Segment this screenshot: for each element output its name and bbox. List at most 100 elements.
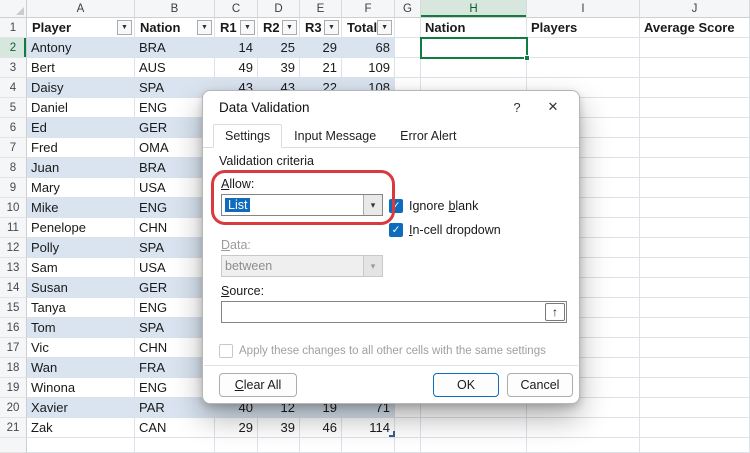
- cell-I21[interactable]: [527, 418, 640, 438]
- checkbox-checked-icon[interactable]: ✓: [389, 199, 403, 213]
- row-header-5[interactable]: 5: [0, 98, 27, 118]
- cell-A16[interactable]: Tom: [27, 318, 135, 338]
- tab-error-alert[interactable]: Error Alert: [388, 124, 468, 148]
- cell-J4[interactable]: [640, 78, 750, 98]
- cell-A15[interactable]: Tanya: [27, 298, 135, 318]
- column-header-I[interactable]: I: [527, 0, 640, 18]
- close-icon[interactable]: ✕: [535, 94, 571, 120]
- cell-A9[interactable]: Mary: [27, 178, 135, 198]
- row-header-8[interactable]: 8: [0, 158, 27, 178]
- cell-A8[interactable]: Juan: [27, 158, 135, 178]
- filter-button-player[interactable]: ▼: [117, 20, 132, 35]
- cell-A14[interactable]: Susan: [27, 278, 135, 298]
- cell-A11[interactable]: Penelope: [27, 218, 135, 238]
- cell-F21[interactable]: 114: [342, 418, 395, 438]
- row-header-1[interactable]: 1: [0, 18, 27, 38]
- cell-A12[interactable]: Polly: [27, 238, 135, 258]
- cell-J20[interactable]: [640, 398, 750, 418]
- cell-J21[interactable]: [640, 418, 750, 438]
- column-header-F[interactable]: F: [342, 0, 395, 18]
- cell-A19[interactable]: Winona: [27, 378, 135, 398]
- cell-G2[interactable]: [395, 38, 421, 58]
- cell-A4[interactable]: Daisy: [27, 78, 135, 98]
- cell-A1[interactable]: Player▼: [27, 18, 135, 38]
- tab-input-message[interactable]: Input Message: [282, 124, 388, 148]
- checkbox-checked-icon[interactable]: ✓: [389, 223, 403, 237]
- cell-E21[interactable]: 46: [300, 418, 342, 438]
- cell-A5[interactable]: Daniel: [27, 98, 135, 118]
- cell-J6[interactable]: [640, 118, 750, 138]
- cell-J3[interactable]: [640, 58, 750, 78]
- source-input[interactable]: [222, 302, 545, 322]
- table-resize-handle[interactable]: [389, 431, 395, 437]
- cell-E3[interactable]: 21: [300, 58, 342, 78]
- cell-H1[interactable]: Nation: [421, 18, 527, 38]
- cell-C21[interactable]: 29: [215, 418, 258, 438]
- row-header-16[interactable]: 16: [0, 318, 27, 338]
- cell-F1[interactable]: Total▼: [342, 18, 395, 38]
- cell-D2[interactable]: 25: [258, 38, 300, 58]
- help-icon[interactable]: ?: [499, 94, 535, 120]
- range-selector-icon[interactable]: ↑: [545, 303, 565, 321]
- cell-J11[interactable]: [640, 218, 750, 238]
- in-cell-dropdown-checkbox[interactable]: ✓ In-cell dropdown: [389, 222, 501, 238]
- cell-J9[interactable]: [640, 178, 750, 198]
- cell-F2[interactable]: 68: [342, 38, 395, 58]
- cell-A10[interactable]: Mike: [27, 198, 135, 218]
- cell-J19[interactable]: [640, 378, 750, 398]
- filter-button-r1[interactable]: ▼: [240, 20, 255, 35]
- row-header-4[interactable]: 4: [0, 78, 27, 98]
- column-header-H[interactable]: H: [421, 0, 527, 18]
- column-header-J[interactable]: J: [640, 0, 750, 18]
- cell-A20[interactable]: Xavier: [27, 398, 135, 418]
- filter-button-r3[interactable]: ▼: [324, 20, 339, 35]
- cell-B3[interactable]: AUS: [135, 58, 215, 78]
- row-header-7[interactable]: 7: [0, 138, 27, 158]
- cell-B2[interactable]: BRA: [135, 38, 215, 58]
- cell-J17[interactable]: [640, 338, 750, 358]
- filter-button-r2[interactable]: ▼: [282, 20, 297, 35]
- row-header-19[interactable]: 19: [0, 378, 27, 398]
- cell-J8[interactable]: [640, 158, 750, 178]
- cell-J5[interactable]: [640, 98, 750, 118]
- column-header-A[interactable]: A: [27, 0, 135, 18]
- cell-E1[interactable]: R3▼: [300, 18, 342, 38]
- cancel-button[interactable]: Cancel: [507, 373, 573, 397]
- cell-J18[interactable]: [640, 358, 750, 378]
- row-header-13[interactable]: 13: [0, 258, 27, 278]
- dialog-titlebar[interactable]: Data Validation ? ✕: [203, 91, 579, 123]
- column-header-C[interactable]: C: [215, 0, 258, 18]
- cell-G3[interactable]: [395, 58, 421, 78]
- cell-J13[interactable]: [640, 258, 750, 278]
- cell-E2[interactable]: 29: [300, 38, 342, 58]
- cell-H2[interactable]: [421, 38, 527, 58]
- cell-A17[interactable]: Vic: [27, 338, 135, 358]
- cell-D3[interactable]: 39: [258, 58, 300, 78]
- cell-H21[interactable]: [421, 418, 527, 438]
- row-header-21[interactable]: 21: [0, 418, 27, 438]
- cell-A18[interactable]: Wan: [27, 358, 135, 378]
- cell-A2[interactable]: Antony: [27, 38, 135, 58]
- row-header-2[interactable]: 2: [0, 38, 27, 58]
- row-header-17[interactable]: 17: [0, 338, 27, 358]
- cell-J7[interactable]: [640, 138, 750, 158]
- cell-J16[interactable]: [640, 318, 750, 338]
- ok-button[interactable]: OK: [433, 373, 499, 397]
- cell-I1[interactable]: Players: [527, 18, 640, 38]
- cell-A6[interactable]: Ed: [27, 118, 135, 138]
- row-header-3[interactable]: 3: [0, 58, 27, 78]
- row-header-10[interactable]: 10: [0, 198, 27, 218]
- cell-I2[interactable]: [527, 38, 640, 58]
- filter-button-nation[interactable]: ▼: [197, 20, 212, 35]
- column-header-B[interactable]: B: [135, 0, 215, 18]
- row-header-6[interactable]: 6: [0, 118, 27, 138]
- row-header-14[interactable]: 14: [0, 278, 27, 298]
- cell-J14[interactable]: [640, 278, 750, 298]
- column-header-G[interactable]: G: [395, 0, 421, 18]
- ignore-blank-checkbox[interactable]: ✓ Ignore blank: [389, 198, 478, 214]
- cell-J1[interactable]: Average Score: [640, 18, 750, 38]
- row-header-9[interactable]: 9: [0, 178, 27, 198]
- tab-settings[interactable]: Settings: [213, 124, 282, 148]
- cell-G21[interactable]: [395, 418, 421, 438]
- cell-J2[interactable]: [640, 38, 750, 58]
